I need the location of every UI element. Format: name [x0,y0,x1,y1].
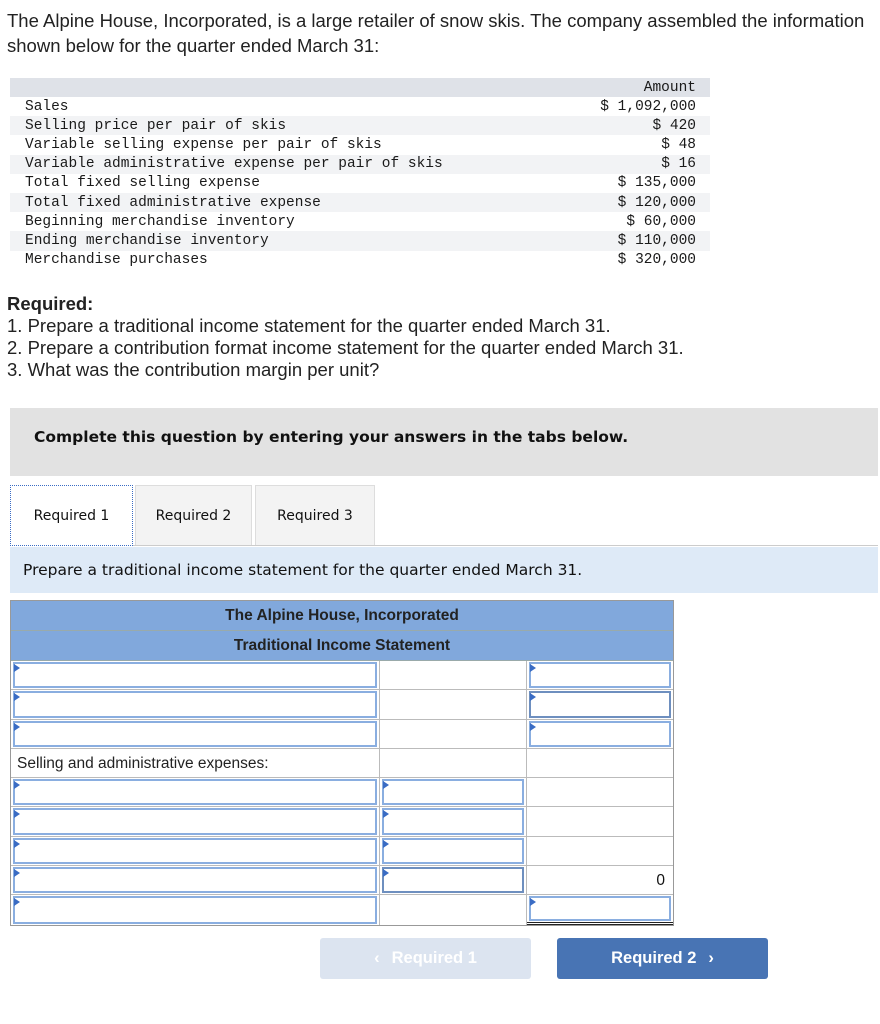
line-item-dropdown[interactable] [13,662,377,689]
expense-amount-input[interactable] [382,867,524,894]
expense-item-dropdown[interactable] [13,837,377,865]
income-statement-form: The Alpine House, Incorporated Tradition… [10,600,674,926]
statement-row [11,895,673,925]
tab-required-1[interactable]: Required 1 [10,485,133,546]
amount-input[interactable] [529,720,671,747]
statement-row [11,690,673,720]
table-row: Selling price per pair of skis $ 420 [10,116,710,136]
tab-required-3[interactable]: Required 3 [255,485,375,546]
required-item: 3. What was the contribution margin per … [7,359,380,380]
required-item: 1. Prepare a traditional income statemen… [7,315,611,336]
line-item-dropdown[interactable] [13,691,377,718]
amount-input[interactable] [529,662,671,689]
required-item: 2. Prepare a contribution format income … [7,337,684,358]
statement-row [11,778,673,808]
statement-row: 0 [11,866,673,896]
net-income-input[interactable] [529,896,671,921]
row-value: $ 135,000 [617,175,696,192]
instruction-text: Prepare a traditional income statement f… [23,561,583,579]
row-label: Ending merchandise inventory [10,231,569,251]
label-column-header [10,78,569,97]
amount-column-header: Amount [568,78,710,97]
problem-intro: The Alpine House, Incorporated, is a lar… [7,10,865,56]
statement-row [11,661,673,691]
row-value: $ 60,000 [626,213,696,230]
required-section: Required: 1. Prepare a traditional incom… [7,293,684,381]
statement-row [11,719,673,749]
table-row: Merchandise purchases $ 320,000 [10,251,710,270]
table-row: Sales $ 1,092,000 [10,97,710,116]
statement-row [11,807,673,837]
table-row: Variable selling expense per pair of ski… [10,135,710,154]
expense-amount-input[interactable] [382,837,524,865]
row-value: $ 48 [661,136,696,153]
row-label: Beginning merchandise inventory [25,213,295,230]
statement-title-header: Traditional Income Statement [11,631,673,661]
table-row: Ending merchandise inventory $ 110,000 [10,231,710,251]
row-value: $ 1,092,000 [600,98,696,115]
prev-button-label: Required 1 [391,949,477,967]
row-value: $ 120,000 [568,192,710,213]
company-name-header: The Alpine House, Incorporated [11,601,673,631]
statement-row: Selling and administrative expenses: [11,748,673,779]
row-label: Variable administrative expense per pair… [10,154,569,174]
row-value: $ 420 [568,116,710,136]
tab-divider [133,545,878,546]
given-data-table: Amount Sales $ 1,092,000 Selling price pe… [10,78,710,270]
next-button-label: Required 2 [611,949,697,967]
row-label: Sales [25,98,69,115]
chevron-right-icon: › [708,949,714,967]
expense-item-dropdown[interactable] [13,867,377,894]
row-label: Total fixed selling expense [25,175,260,192]
chevron-left-icon: ‹ [374,949,380,967]
row-value: $ 110,000 [568,231,710,251]
next-required-button[interactable]: Required 2 › [557,938,768,979]
row-label: Merchandise purchases [25,252,208,269]
table-row: Total fixed selling expense $ 135,000 [10,174,710,193]
tab-required-2[interactable]: Required 2 [135,485,252,546]
table-row: Variable administrative expense per pair… [10,154,710,174]
instructions-banner: Complete this question by entering your … [10,408,878,476]
table-header-row: Amount [10,78,710,97]
tab-instruction: Prepare a traditional income statement f… [10,547,878,593]
table-row: Total fixed administrative expense $ 120,… [10,192,710,213]
row-label: Total fixed administrative expense [10,192,569,213]
row-value: $ 320,000 [617,252,696,269]
banner-text: Complete this question by entering your … [34,428,629,446]
expense-amount-input[interactable] [382,779,524,806]
expense-amount-input[interactable] [382,808,524,835]
row-label: Selling price per pair of skis [10,116,569,136]
statement-row [11,836,673,867]
row-value: $ 16 [568,154,710,174]
prev-required-button[interactable]: ‹ Required 1 [320,938,531,979]
total-expenses-value: 0 [656,872,665,890]
net-income-dropdown[interactable] [13,896,377,924]
amount-input[interactable] [529,691,671,718]
expense-item-dropdown[interactable] [13,779,377,806]
section-label: Selling and administrative expenses: [17,754,269,772]
expense-item-dropdown[interactable] [13,808,377,835]
required-heading: Required: [7,293,94,314]
line-item-dropdown[interactable] [13,720,377,747]
row-label: Variable selling expense per pair of ski… [25,136,382,153]
table-row: Beginning merchandise inventory $ 60,000 [10,212,710,231]
